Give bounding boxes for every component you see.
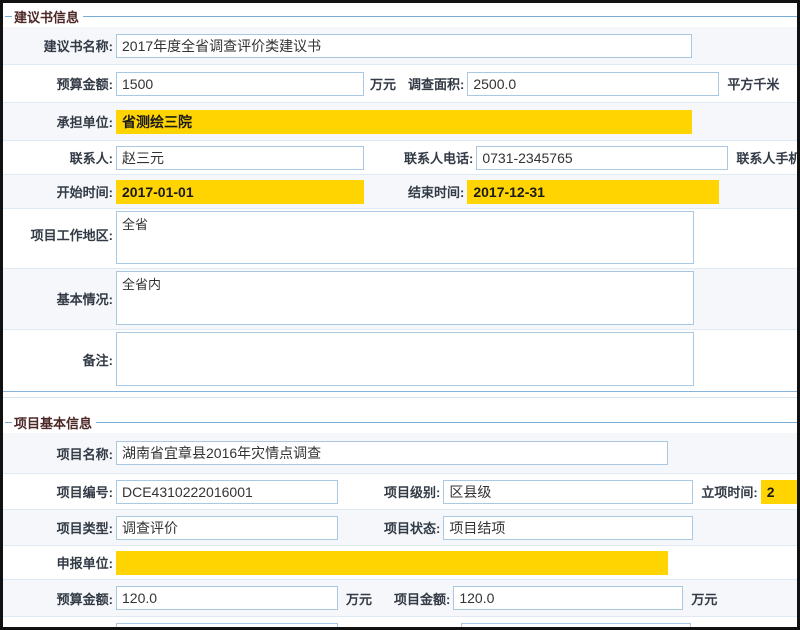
undertaker-input[interactable] [116,110,692,134]
project-code-label: 项目编号: [3,482,116,501]
project-amount-unit: 万元 [691,589,717,608]
project-amount-label: 项目金额: [394,589,453,608]
contact-input[interactable] [116,146,364,170]
fieldset-line [5,16,12,17]
remark-row: 备注: [3,330,797,390]
contact-phone-input[interactable] [476,146,728,170]
project-type-row: 项目类型: 项目状态: [3,510,797,546]
declare-unit-label: 申报单位: [3,553,116,572]
proposal-section-title: 建议书信息 [12,7,83,26]
start-time-input[interactable] [116,180,364,204]
proposal-budget-label: 预算金额: [3,74,116,93]
remark-textarea[interactable] [116,332,694,386]
proposal-budget-unit: 万元 [370,74,404,93]
project-code-row: 项目编号: 项目级别: 立项时间: [3,474,797,510]
start-time-row: 开始时间: 结束时间: [3,175,797,209]
proposal-name-row: 建议书名称: [3,27,797,65]
end-time-label: 结束时间: [408,182,467,201]
project-budget-row: 预算金额: 万元 项目金额: 万元 [3,580,797,617]
project-type-input[interactable] [116,516,338,540]
project-level-label: 项目级别: [384,482,443,501]
remark-label: 备注: [3,332,116,369]
project-budget-label: 预算金额: [3,589,116,608]
survey-area-input[interactable] [467,72,719,96]
project-budget-input[interactable] [116,586,338,610]
end-time-input[interactable] [467,180,719,204]
basic-info-textarea[interactable]: 全省内 [116,271,694,325]
approval-time-input[interactable] [761,480,797,504]
form-window: 建议书信息 建议书名称: 预算金额: 万元 调查面积: 平方千米 承担单位: 联… [0,0,800,630]
project-status-label: 项目状态: [384,518,443,537]
contact-phone-label: 联系人电话: [404,148,476,167]
contact-label: 联系人: [3,148,116,167]
declare-unit-input[interactable] [116,551,668,575]
work-area-label: 项目工作地区: [3,211,116,244]
basic-info-row: 基本情况: 全省内 [3,269,797,330]
proposal-name-input[interactable] [116,34,692,58]
start-time-label: 开始时间: [3,182,116,201]
undertaker-label: 承担单位: [3,112,116,131]
basic-info-label: 基本情况: [3,271,116,308]
work-area-textarea[interactable]: 全省 [116,211,694,264]
project-name-input[interactable] [116,441,668,465]
project-name-label: 项目名称: [3,444,116,463]
contact-mobile-label: 联系人手机 [736,148,797,167]
longitude-input[interactable] [116,623,338,630]
coordinates-row: 经度: 纬度: [3,617,797,630]
declare-unit-row: 申报单位: [3,546,797,580]
latitude-input[interactable] [461,623,691,630]
work-area-row: 项目工作地区: 全省 [3,209,797,269]
fieldset-bottom-line [3,391,797,398]
project-status-input[interactable] [443,516,693,540]
proposal-budget-input[interactable] [116,72,364,96]
fieldset-line [83,16,797,17]
project-type-label: 项目类型: [3,518,116,537]
project-name-row: 项目名称: [3,433,797,474]
project-level-input[interactable] [443,480,693,504]
approval-time-label: 立项时间: [701,482,760,501]
project-section-title: 项目基本信息 [12,413,96,432]
survey-area-unit: 平方千米 [727,74,779,93]
project-amount-input[interactable] [453,586,683,610]
contact-row: 联系人: 联系人电话: 联系人手机 [3,141,797,175]
longitude-label: 经度: [3,626,116,630]
proposal-name-label: 建议书名称: [3,36,116,55]
survey-area-label: 调查面积: [408,74,467,93]
latitude-label: 纬度: [428,626,461,630]
fieldset-line [5,422,12,423]
fieldset-line [96,422,797,423]
proposal-section-header: 建议书信息 [3,3,797,27]
proposal-budget-row: 预算金额: 万元 调查面积: 平方千米 [3,65,797,103]
project-budget-unit: 万元 [346,589,380,608]
project-section-header: 项目基本信息 [3,409,797,433]
undertaker-row: 承担单位: [3,103,797,141]
project-code-input[interactable] [116,480,338,504]
